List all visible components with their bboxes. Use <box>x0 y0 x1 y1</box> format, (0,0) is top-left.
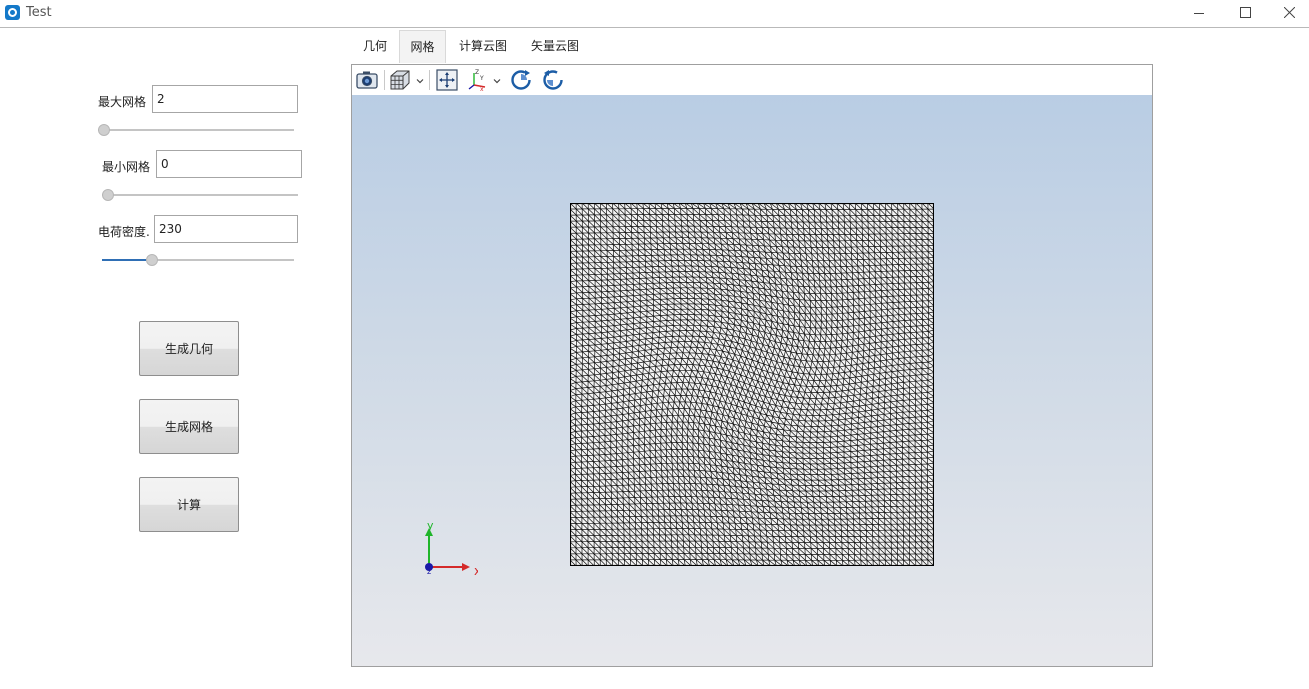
generate-mesh-button[interactable]: 生成网格 <box>139 399 239 454</box>
window-title: Test <box>26 5 52 20</box>
axes-orientation-button[interactable]: Z Y x <box>466 68 490 92</box>
y-axis-label: y <box>427 523 434 532</box>
max-mesh-input[interactable] <box>152 85 298 113</box>
z-axis-label: z <box>427 567 431 576</box>
app-logo-icon <box>5 5 20 20</box>
min-mesh-input[interactable] <box>156 150 302 178</box>
x-axis-arrow <box>462 563 470 571</box>
tab-geometry[interactable]: 几何 <box>352 30 398 63</box>
view-cube-dropdown[interactable] <box>416 74 424 84</box>
axes-orientation-icon: Z Y x <box>468 69 486 92</box>
3d-viewer: Z Y x y z <box>351 64 1153 667</box>
rotate-cw-icon <box>511 70 531 90</box>
slider-thumb[interactable] <box>146 254 159 266</box>
generate-geometry-button[interactable]: 生成几何 <box>139 321 239 376</box>
title-bar: Test <box>0 0 1309 28</box>
max-mesh-slider[interactable] <box>98 124 294 136</box>
slider-thumb[interactable] <box>98 124 110 136</box>
toolbar-separator <box>429 70 430 90</box>
svg-text:Y: Y <box>479 75 484 82</box>
rotate-clockwise-button[interactable] <box>509 68 533 92</box>
viewer-toolbar: Z Y x <box>352 65 1152 96</box>
tab-computed-contour[interactable]: 计算云图 <box>449 30 517 63</box>
rotate-counterclockwise-button[interactable] <box>541 68 565 92</box>
close-icon <box>1284 7 1295 18</box>
fit-view-button[interactable] <box>435 68 459 92</box>
charge-density-label: 电荷密度. <box>98 225 150 239</box>
charge-density-slider[interactable] <box>102 254 294 266</box>
dropdown-caret-icon <box>416 79 424 84</box>
charge-density-input[interactable] <box>154 215 298 243</box>
toolbar-separator <box>384 70 385 90</box>
view-cube-icon <box>390 70 410 90</box>
fit-view-icon <box>436 69 458 91</box>
min-mesh-label: 最小网格 <box>102 160 151 174</box>
render-viewport[interactable]: y x z <box>352 95 1152 666</box>
min-mesh-slider[interactable] <box>102 189 298 201</box>
max-mesh-label: 最大网格 <box>98 95 147 109</box>
dropdown-caret-icon <box>493 79 501 84</box>
view-cube-button[interactable] <box>388 68 412 92</box>
mesh-plot <box>570 203 934 566</box>
svg-text:Z: Z <box>475 69 479 76</box>
maximize-button[interactable] <box>1222 0 1268 27</box>
screenshot-button[interactable] <box>355 68 379 92</box>
axes-orientation-dropdown[interactable] <box>493 74 501 84</box>
svg-text:x: x <box>480 86 484 92</box>
tab-mesh[interactable]: 网格 <box>399 30 446 63</box>
x-axis-label: x <box>474 564 478 578</box>
tab-vector-contour[interactable]: 矢量云图 <box>521 30 589 63</box>
compute-button[interactable]: 计算 <box>139 477 239 532</box>
slider-thumb[interactable] <box>102 189 114 201</box>
axes-triad: y x z <box>425 523 478 578</box>
minimize-button[interactable] <box>1176 0 1222 27</box>
close-button[interactable] <box>1266 0 1309 27</box>
rotate-ccw-icon <box>543 70 563 90</box>
camera-icon <box>356 71 378 89</box>
